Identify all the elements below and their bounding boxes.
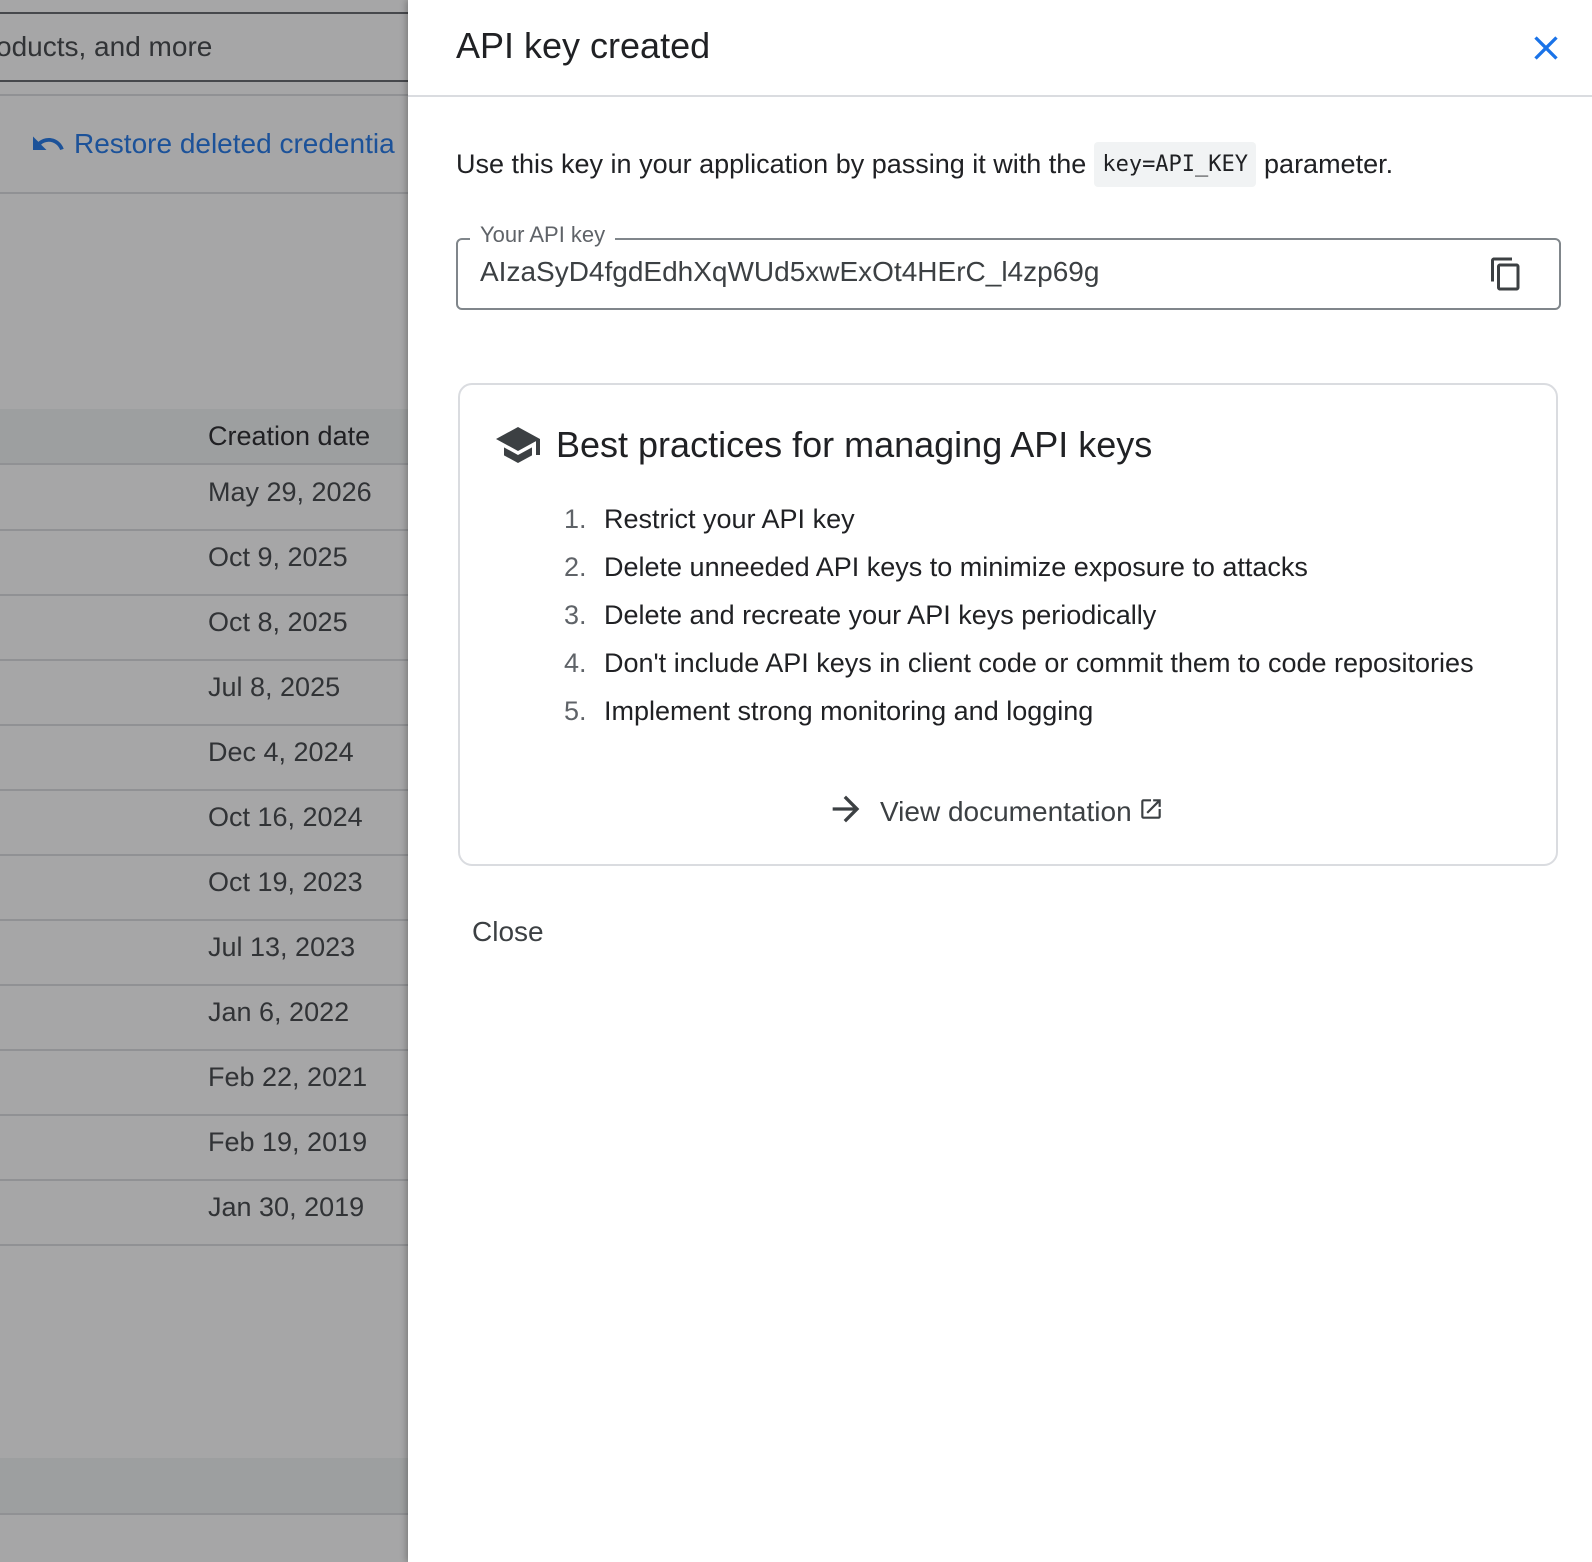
screen: oducts, and more Restore deleted credent… <box>0 0 1592 1562</box>
api-key-created-panel: API key created Use this key in your app… <box>408 0 1592 1562</box>
list-item-text: Delete unneeded API keys to minimize exp… <box>604 551 1308 582</box>
list-item-number: 3. <box>564 599 587 630</box>
list-item-text: Implement strong monitoring and logging <box>604 695 1094 726</box>
list-item-number: 4. <box>564 647 587 678</box>
list-item-text: Restrict your API key <box>604 503 855 534</box>
view-documentation-label: View documentation <box>880 795 1132 827</box>
intro-text-after: parameter. <box>1264 149 1394 179</box>
list-item: 5. Implement strong monitoring and loggin… <box>564 687 1474 735</box>
panel-header: API key created <box>408 0 1592 97</box>
intro-text-before: Use this key in your application by pass… <box>456 149 1087 179</box>
arrow-forward-wrap <box>826 789 880 834</box>
list-item-text: Delete and recreate your API keys period… <box>604 599 1157 630</box>
list-item-number: 2. <box>564 551 587 582</box>
best-practices-heading: Best practices for managing API keys <box>494 421 1152 469</box>
copy-icon <box>1491 257 1520 291</box>
open-in-new-wrap <box>1132 796 1164 827</box>
view-documentation-link[interactable]: View documentation <box>826 789 1164 834</box>
list-item: 1. Restrict your API key <box>564 495 1474 543</box>
list-item: 4. Don't include API keys in client code … <box>564 639 1474 687</box>
modal-scrim[interactable] <box>0 0 408 1562</box>
list-item-number: 1. <box>564 503 587 534</box>
api-key-field: Your API key <box>456 222 1561 310</box>
usage-instructions: Use this key in your application by pass… <box>456 142 1393 187</box>
close-button[interactable]: Close <box>472 916 544 948</box>
open-in-new-icon <box>1140 799 1161 819</box>
arrow-forward-icon <box>832 795 860 823</box>
api-key-input[interactable] <box>480 256 1460 288</box>
close-icon <box>1534 36 1558 60</box>
list-item-number: 5. <box>564 695 587 726</box>
api-key-field-label: Your API key <box>470 222 616 248</box>
close-panel-button[interactable] <box>1526 28 1566 68</box>
list-item-text: Don't include API keys in client code or… <box>604 647 1474 678</box>
key-parameter-code: key=API_KEY <box>1094 142 1257 187</box>
best-practices-list: 1. Restrict your API key 2. Delete unneeded… <box>564 495 1474 735</box>
best-practices-title: Best practices for managing API keys <box>556 424 1153 465</box>
copy-api-key-button[interactable] <box>1488 256 1524 292</box>
list-item: 3. Delete and recreate your API keys peri… <box>564 591 1474 639</box>
best-practices-card: Best practices for managing API keys 1. R… <box>458 383 1558 866</box>
panel-title: API key created <box>456 25 711 66</box>
school-icon <box>496 427 540 463</box>
list-item: 2. Delete unneeded API keys to minimize e… <box>564 543 1474 591</box>
